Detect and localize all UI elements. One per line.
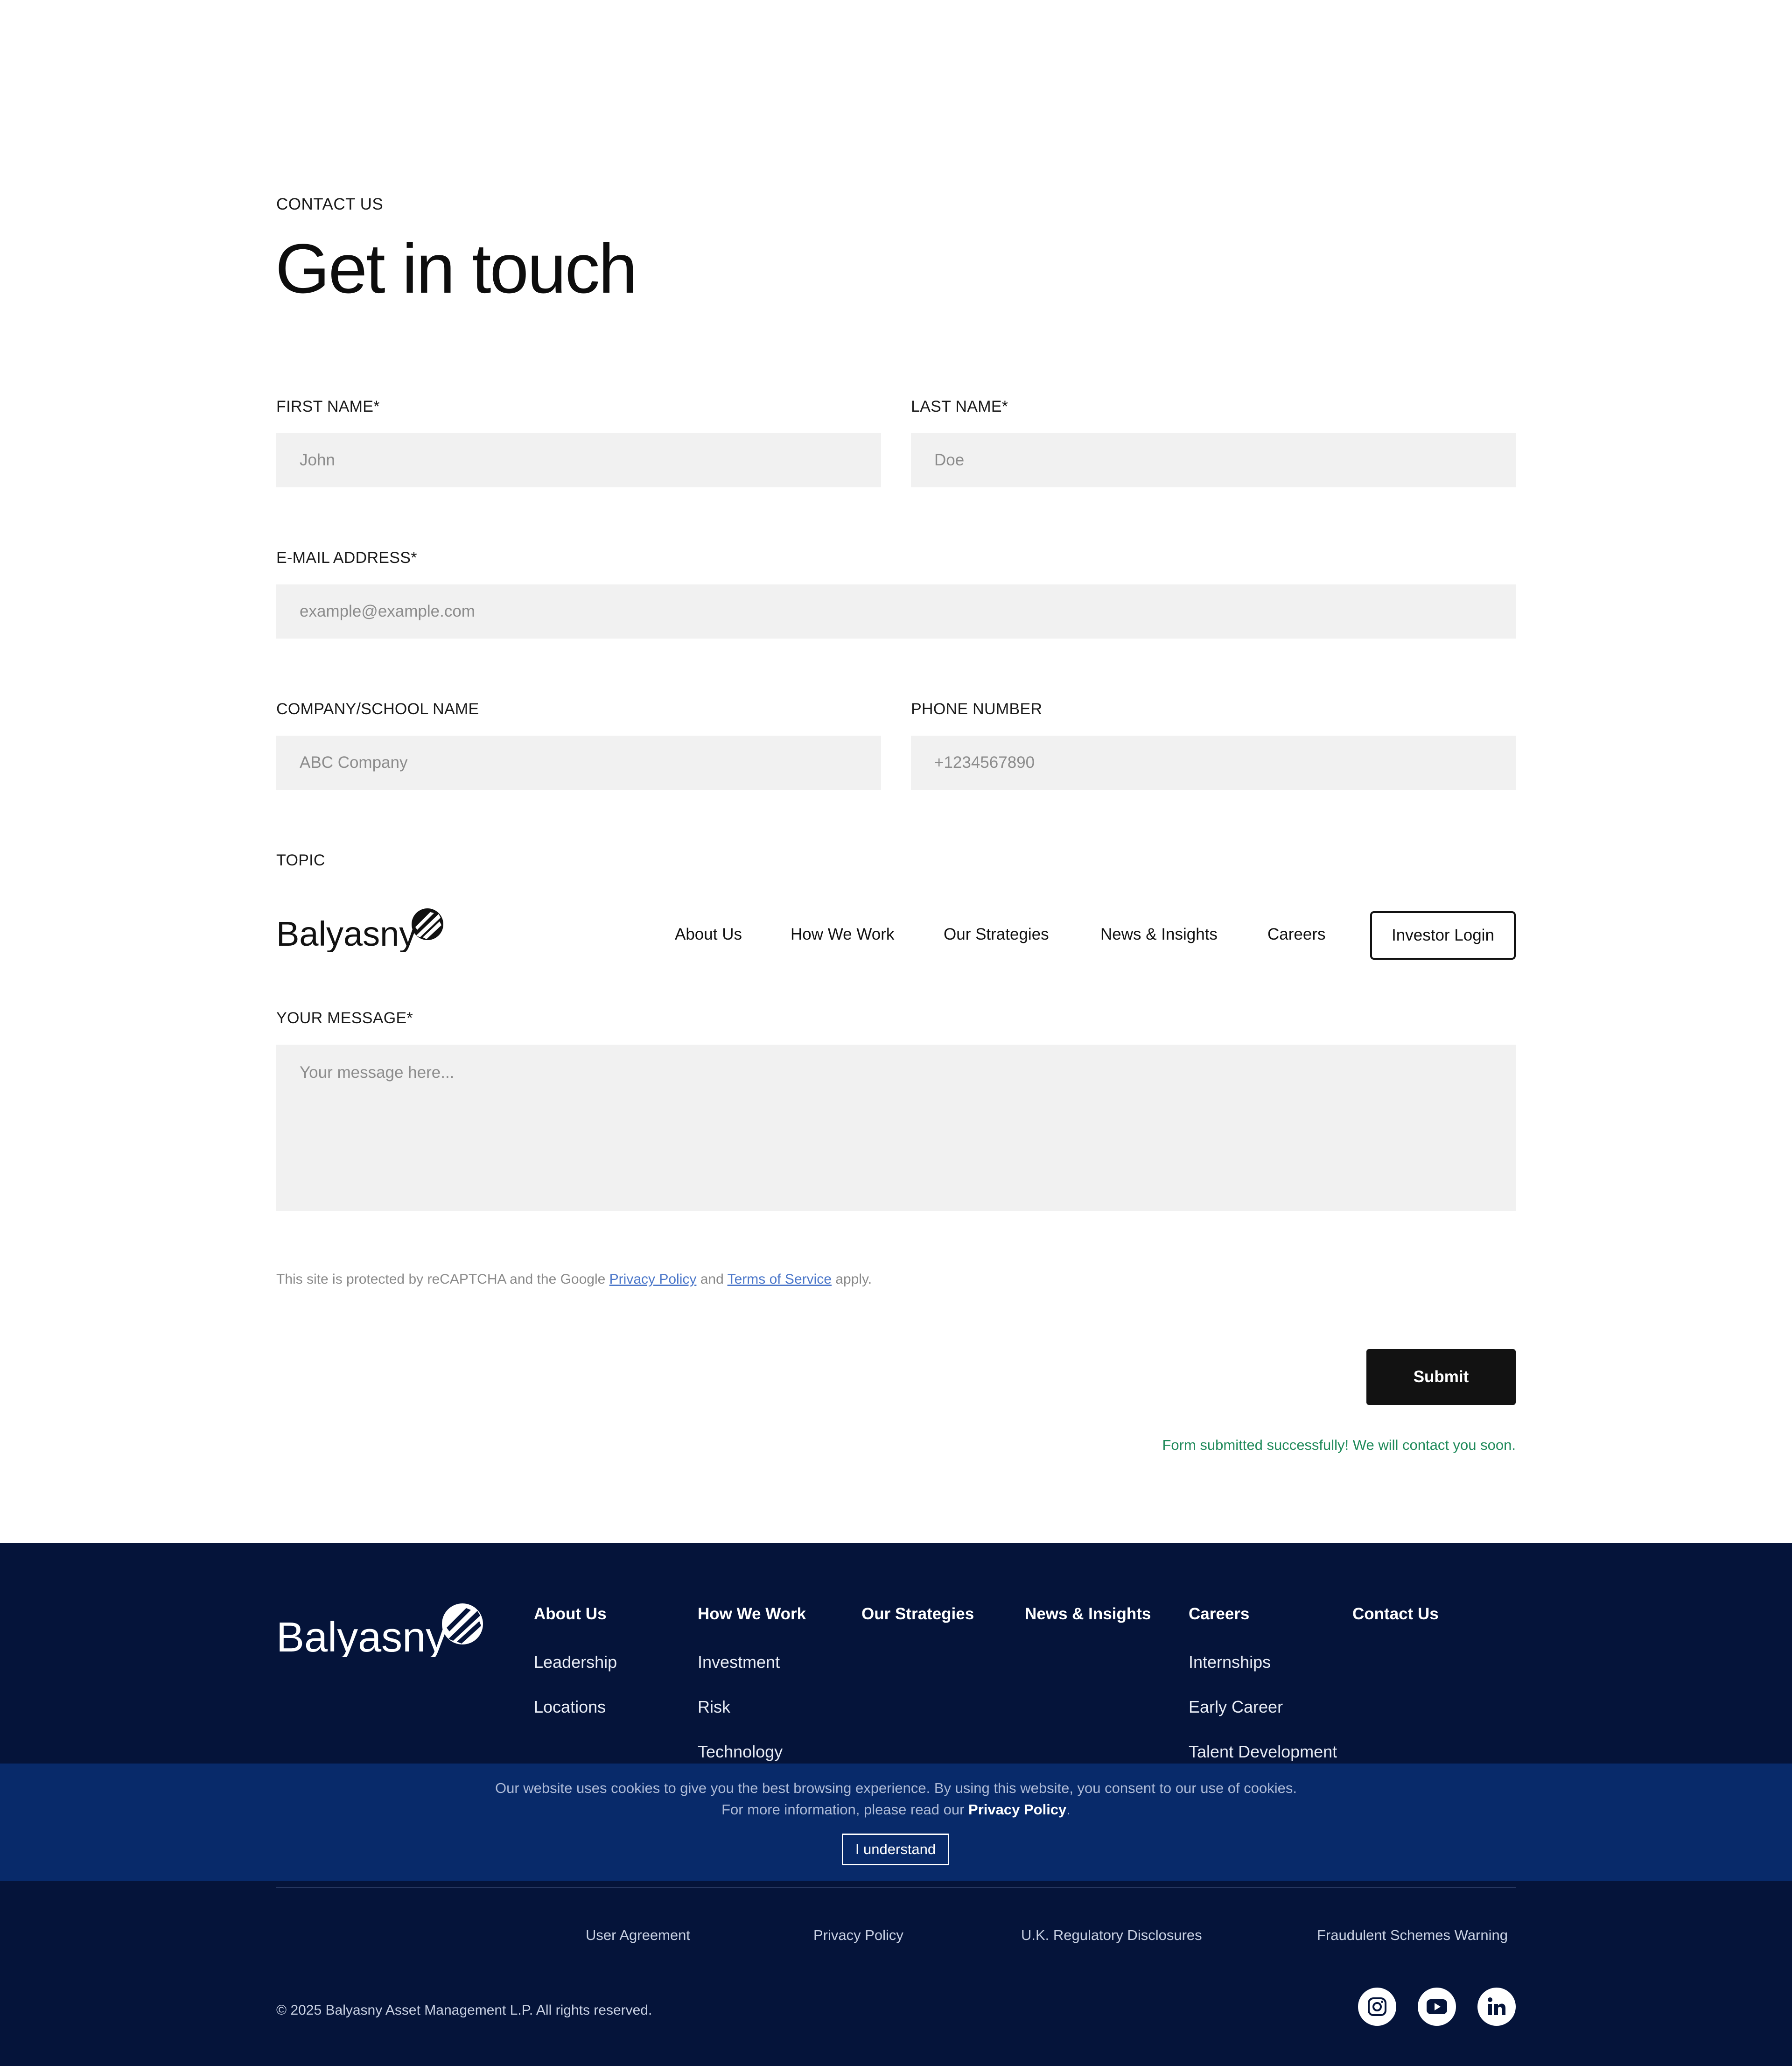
legal-link-privacy-policy[interactable]: Privacy Policy: [813, 1927, 903, 1944]
footer-heading-about-us[interactable]: About Us: [534, 1605, 607, 1623]
success-message: Form submitted successfully! We will con…: [1162, 1437, 1516, 1453]
footer-divider: [276, 1887, 1516, 1888]
footer-heading-news-insights[interactable]: News & Insights: [1025, 1605, 1151, 1623]
message-label: YOUR MESSAGE*: [276, 1009, 413, 1027]
topic-label: TOPIC: [276, 851, 325, 869]
last-name-field[interactable]: [911, 433, 1516, 487]
privacy-policy-link[interactable]: Privacy Policy: [609, 1272, 697, 1287]
linkedin-icon[interactable]: [1477, 1988, 1516, 2026]
footer-link-early-career[interactable]: Early Career: [1189, 1697, 1283, 1717]
footer-logo-mark-icon: Balyasny: [276, 1603, 483, 1661]
footer-link-risk[interactable]: Risk: [698, 1697, 730, 1717]
message-field[interactable]: [276, 1045, 1516, 1211]
legal-link-uk-disclosures[interactable]: U.K. Regulatory Disclosures: [1021, 1927, 1202, 1944]
nav-about-us[interactable]: About Us: [675, 925, 742, 944]
investor-login-button[interactable]: Investor Login: [1370, 911, 1516, 960]
footer-link-locations[interactable]: Locations: [534, 1697, 606, 1717]
footer-link-talent-development[interactable]: Talent Development: [1189, 1742, 1337, 1762]
footer-heading-our-strategies[interactable]: Our Strategies: [861, 1605, 974, 1623]
phone-field[interactable]: [911, 736, 1516, 790]
footer-link-investment[interactable]: Investment: [698, 1652, 780, 1672]
first-name-field[interactable]: [276, 433, 881, 487]
youtube-icon[interactable]: [1418, 1988, 1456, 2026]
section-eyebrow: CONTACT US: [276, 195, 384, 213]
recaptcha-notice: This site is protected by reCAPTCHA and …: [276, 1272, 872, 1287]
legal-link-fraudulent-schemes[interactable]: Fraudulent Schemes Warning: [1317, 1927, 1508, 1944]
instagram-icon[interactable]: [1358, 1988, 1396, 2026]
legal-link-user-agreement[interactable]: User Agreement: [586, 1927, 690, 1944]
balyasny-logo[interactable]: Balyasny: [276, 906, 444, 955]
footer-heading-contact-us[interactable]: Contact Us: [1352, 1605, 1439, 1623]
logo-mark-icon: Balyasny: [276, 908, 443, 953]
nav-news-insights[interactable]: News & Insights: [1100, 925, 1218, 944]
cookie-more-info-prefix: For more information, please read our: [721, 1801, 969, 1818]
company-label: COMPANY/SCHOOL NAME: [276, 700, 479, 718]
first-name-label: FIRST NAME*: [276, 398, 380, 415]
page-title: Get in touch: [275, 229, 637, 308]
cookie-message: Our website uses cookies to give you the…: [495, 1780, 1297, 1796]
cookie-more-info-suffix: .: [1066, 1801, 1071, 1818]
cookie-more-info: For more information, please read our Pr…: [0, 1801, 1792, 1818]
recaptcha-prefix: This site is protected by reCAPTCHA and …: [276, 1272, 609, 1287]
nav-careers[interactable]: Careers: [1267, 925, 1325, 944]
phone-label: PHONE NUMBER: [911, 700, 1043, 718]
nav-how-we-work[interactable]: How We Work: [791, 925, 894, 944]
nav-our-strategies[interactable]: Our Strategies: [944, 925, 1049, 944]
footer-heading-careers[interactable]: Careers: [1189, 1605, 1249, 1623]
email-field[interactable]: [276, 584, 1516, 639]
svg-text:Balyasny: Balyasny: [276, 914, 416, 952]
submit-button[interactable]: Submit: [1366, 1349, 1516, 1405]
terms-of-service-link[interactable]: Terms of Service: [728, 1272, 832, 1287]
svg-text:Balyasny: Balyasny: [276, 1614, 447, 1657]
footer-heading-how-we-work[interactable]: How We Work: [698, 1605, 806, 1623]
footer-logo[interactable]: Balyasny: [276, 1601, 486, 1661]
recaptcha-and: and: [696, 1272, 728, 1287]
last-name-label: LAST NAME*: [911, 398, 1008, 415]
footer-link-technology[interactable]: Technology: [698, 1742, 783, 1762]
company-field[interactable]: [276, 736, 881, 790]
cookie-privacy-policy-link[interactable]: Privacy Policy: [968, 1801, 1066, 1818]
recaptcha-suffix: apply.: [831, 1272, 872, 1287]
copyright: © 2025 Balyasny Asset Management L.P. Al…: [276, 2003, 652, 2018]
footer-link-internships[interactable]: Internships: [1189, 1652, 1271, 1672]
footer-link-leadership[interactable]: Leadership: [534, 1652, 617, 1672]
cookie-accept-button[interactable]: I understand: [842, 1834, 949, 1865]
email-label: E-MAIL ADDRESS*: [276, 549, 417, 567]
